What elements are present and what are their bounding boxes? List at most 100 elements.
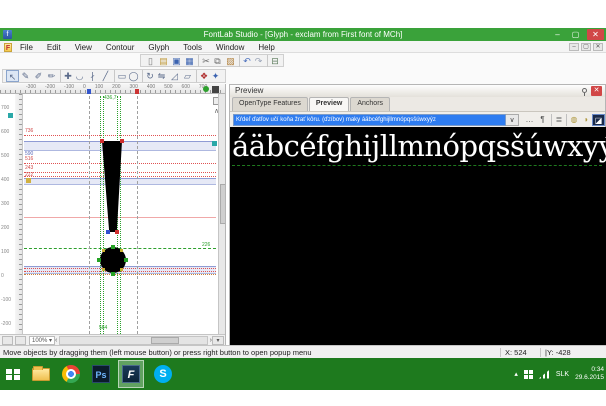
right-sidebearing-line[interactable] (137, 96, 138, 334)
tab-preview[interactable]: Preview (309, 97, 349, 111)
menu-item[interactable]: Tools (181, 42, 204, 53)
mdi-minimize-button[interactable]: – (569, 43, 579, 51)
text-direction-icon[interactable]: ¶ (536, 114, 549, 126)
save-all-icon[interactable]: ▦ (183, 55, 196, 67)
contour-node[interactable] (100, 139, 104, 143)
zone-marker-icon[interactable] (8, 113, 13, 118)
vertical-ruler[interactable] (15, 94, 23, 334)
horizontal-ruler[interactable]: -300-200-1000100200300400500600700 (0, 84, 226, 94)
open-icon[interactable]: ▤ (157, 55, 170, 67)
mdi-close-button[interactable]: ✕ (593, 43, 603, 51)
vertical-scrollbar[interactable] (218, 94, 226, 334)
preview-input-dropdown[interactable]: ∨ (506, 114, 519, 126)
preview-panel-header[interactable]: Preview ✕ (230, 85, 605, 97)
print-icon[interactable]: ⊟ (267, 55, 280, 67)
contour-node[interactable] (124, 258, 128, 262)
knife-tool[interactable]: ╱ (99, 70, 112, 82)
contour-node[interactable] (97, 258, 101, 262)
pen-tool[interactable]: ✐ (32, 70, 45, 82)
menu-item[interactable]: View (73, 42, 94, 53)
rotate-tool[interactable]: ↻ (142, 70, 155, 82)
menu-item[interactable]: File (18, 42, 35, 53)
taskbar-photoshop-button[interactable]: Ps (88, 360, 114, 388)
zone-marker-icon[interactable] (26, 178, 31, 183)
tray-expand-icon[interactable]: ▴ (514, 370, 518, 378)
mdi-restore-button[interactable]: ▢ (581, 43, 591, 51)
sample-list-icon[interactable]: ≣ (551, 114, 564, 126)
invert-toggle[interactable]: ◪ (592, 114, 605, 126)
more-samples-icon[interactable]: … (523, 114, 536, 126)
control-handle[interactable] (102, 268, 105, 271)
menu-item[interactable]: Glyph (146, 42, 171, 53)
control-handle[interactable] (120, 249, 123, 252)
undo-icon[interactable]: ↶ (239, 55, 252, 67)
flip-tool[interactable]: ⇋ (155, 70, 168, 82)
tray-grid-icon[interactable] (524, 370, 533, 379)
redo-icon[interactable]: ↷ (252, 55, 265, 67)
preview-close-button[interactable]: ✕ (591, 86, 602, 96)
color-mode-icon[interactable]: ◑ (579, 114, 592, 126)
taskbar-chrome-button[interactable] (58, 360, 84, 388)
lock-icon[interactable] (2, 336, 13, 345)
menu-item[interactable]: Edit (45, 42, 63, 53)
save-icon[interactable]: ▣ (170, 55, 183, 67)
paste-icon[interactable]: ▨ (224, 55, 237, 67)
corner-dropdown-button[interactable]: ▾ (212, 336, 224, 345)
pencil-tool[interactable]: ✎ (19, 70, 32, 82)
left-sidebearing-line[interactable] (89, 96, 90, 334)
contour-node[interactable] (115, 230, 119, 234)
control-handle[interactable] (120, 268, 123, 271)
contour-node[interactable] (120, 139, 124, 143)
tab-anchors[interactable]: Anchors (350, 97, 390, 111)
right-sidebearing-marker[interactable] (135, 89, 139, 94)
taskbar-fontlab-button[interactable]: F (118, 360, 144, 388)
scale-tool[interactable]: ◿ (168, 70, 181, 82)
slant-tool[interactable]: ▱ (181, 70, 194, 82)
ellipse-tool[interactable]: ◯ (127, 70, 140, 82)
stem-hint-line[interactable] (100, 96, 101, 334)
add-curve-tool[interactable]: ◡ (73, 70, 86, 82)
left-sidebearing-marker[interactable] (87, 89, 91, 94)
contour-node[interactable] (111, 245, 115, 249)
zone-marker-icon[interactable] (212, 141, 217, 146)
control-handle[interactable] (102, 249, 105, 252)
maximize-button[interactable]: ▢ (567, 29, 584, 40)
exclam-stem-contour[interactable] (102, 141, 122, 232)
stem-hint-line[interactable] (120, 96, 121, 334)
taskbar-skype-button[interactable]: S (150, 360, 176, 388)
layers-icon[interactable] (15, 336, 26, 345)
preview-text-input[interactable]: Kŕdeľ ďatľov učí koňa žrať kôru. (ďzíbov… (233, 114, 506, 126)
snap-tool[interactable]: ✦ (209, 70, 222, 82)
zoom-level-select[interactable]: 100% ▾ (29, 336, 55, 345)
menu-item[interactable]: Window (214, 42, 246, 53)
measure-tool[interactable]: ❖ (196, 70, 209, 82)
language-indicator[interactable]: SLK (556, 371, 569, 378)
edit-tool[interactable]: ↖ (6, 70, 19, 82)
cut-icon[interactable]: ✂ (198, 55, 211, 67)
new-icon[interactable]: ▯ (144, 55, 157, 67)
clock[interactable]: 0:34 29.6.2015 (575, 366, 604, 382)
break-node-tool[interactable]: ∤ (86, 70, 99, 82)
menu-item[interactable]: Help (256, 42, 276, 53)
preview-render-area[interactable]: áäbcéfghijllmnópqsšúwxyýz (230, 127, 606, 346)
rectangle-tool[interactable]: ▭ (114, 70, 127, 82)
glyph-edit-canvas[interactable]: -300-200-1000100200300400500600700 70060… (0, 84, 226, 345)
ink-tool[interactable]: ✏ (45, 70, 58, 82)
start-button[interactable] (2, 360, 24, 388)
pin-icon[interactable] (582, 88, 587, 93)
waterfall-icon[interactable]: ◍ (566, 114, 579, 126)
contour-node[interactable] (111, 272, 115, 276)
ruler-options-icon[interactable] (212, 86, 219, 93)
network-signal-icon[interactable] (539, 370, 550, 379)
scroll-left-arrow[interactable]: ‹ (55, 337, 57, 344)
minimize-button[interactable]: – (549, 29, 566, 40)
taskbar-explorer-button[interactable] (28, 360, 54, 388)
close-button[interactable]: ✕ (587, 29, 604, 40)
menu-item[interactable]: Contour (104, 42, 136, 53)
horizontal-scrollbar[interactable] (59, 336, 207, 345)
copy-icon[interactable]: ⧉ (211, 55, 224, 67)
vertical-scroll-thumb[interactable] (220, 184, 226, 224)
tab-opentype-features[interactable]: OpenType Features (232, 97, 308, 111)
add-node-tool[interactable]: ✚ (60, 70, 73, 82)
contour-node[interactable] (106, 230, 110, 234)
